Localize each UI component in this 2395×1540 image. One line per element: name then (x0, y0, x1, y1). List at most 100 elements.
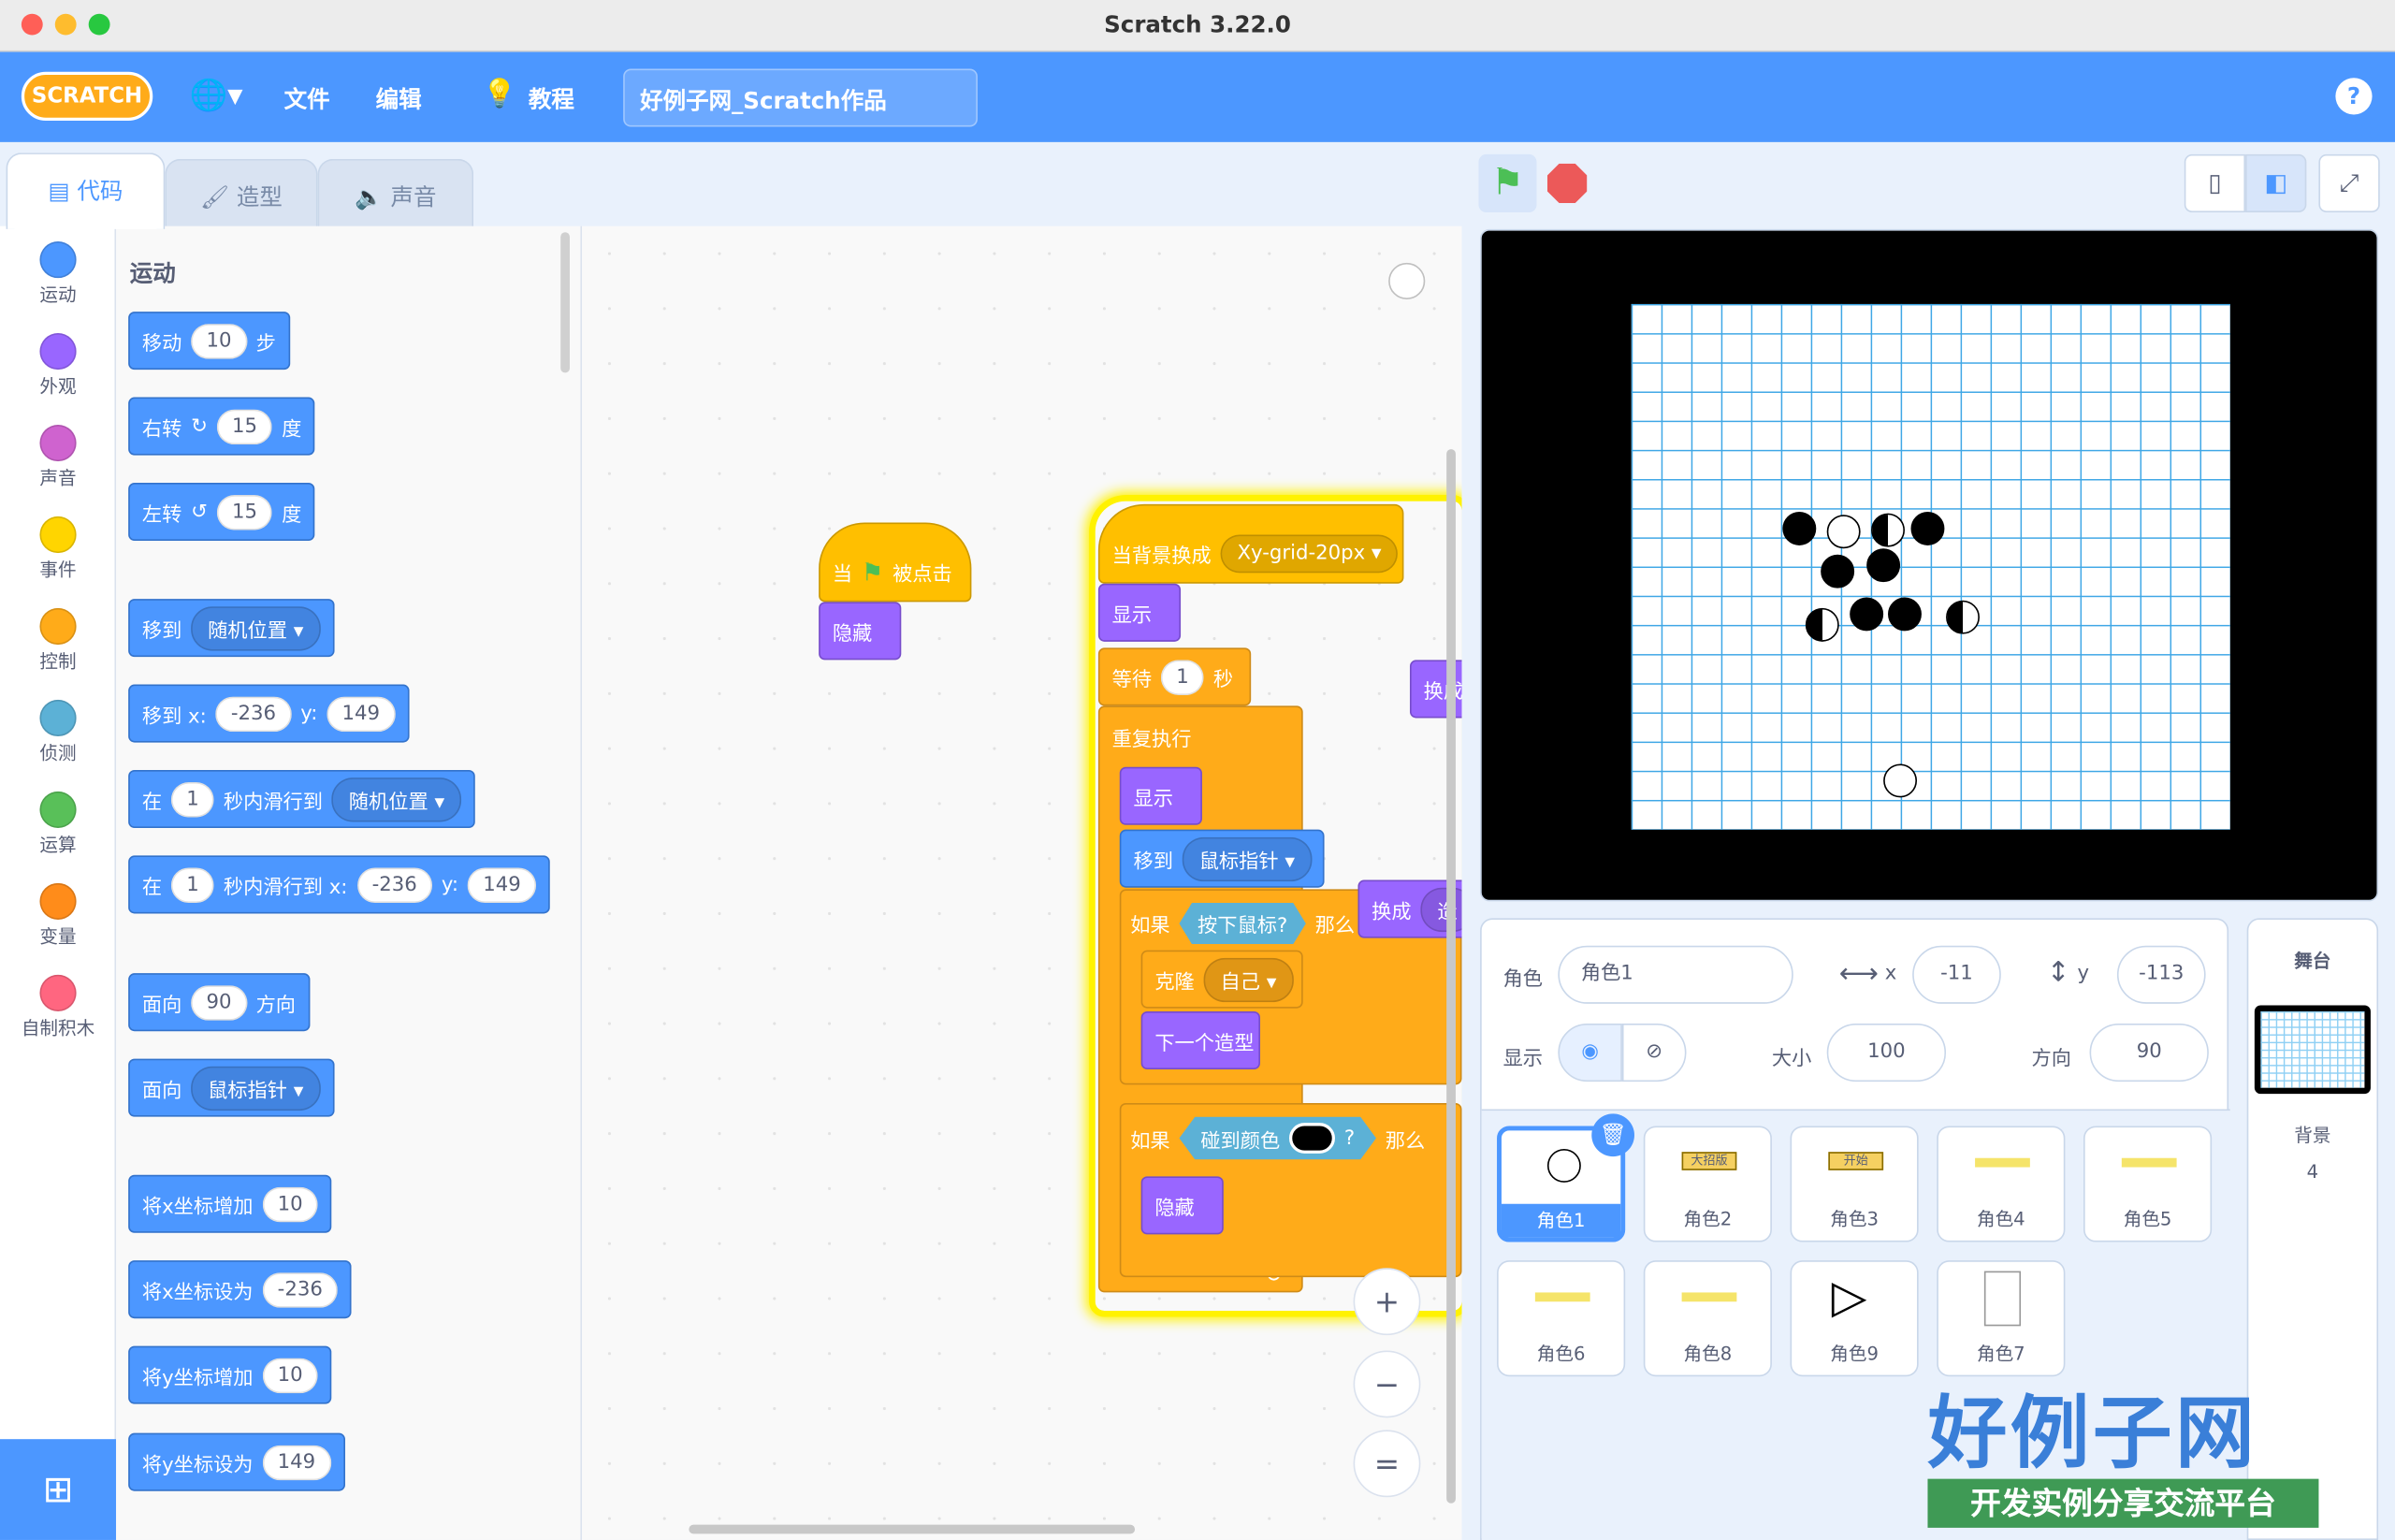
block-number-input[interactable]: -236 (262, 1271, 339, 1307)
project-title-input[interactable]: 好例子网_Scratch作品 (623, 68, 978, 127)
stage-canvas[interactable] (1480, 228, 2379, 902)
color-swatch[interactable] (1289, 1123, 1336, 1154)
sprite-thumb-2[interactable]: 大招版 角色2 (1643, 1126, 1772, 1242)
block-number-input[interactable]: 10 (262, 1357, 319, 1393)
block-number-input[interactable]: 90 (191, 984, 247, 1020)
block-dropdown[interactable]: 鼠标指针 ▾ (191, 1065, 321, 1111)
backdrop-dropdown[interactable]: Xy-grid-20px ▾ (1220, 533, 1399, 573)
block-number-input[interactable]: 10 (191, 323, 247, 358)
scratch-logo[interactable]: SCRATCH (21, 71, 153, 121)
sprite-y-input[interactable]: -113 (2116, 945, 2206, 1004)
block-goto-xy[interactable]: 移到 x: -236 y: 149 (128, 684, 410, 743)
block-set-x[interactable]: 将x坐标设为 -236 (128, 1260, 352, 1319)
block-number-input[interactable]: 149 (262, 1444, 331, 1480)
tab-sounds[interactable]: 🔈 声音 (317, 158, 474, 229)
category-myblocks[interactable]: 自制积木 (0, 974, 116, 1040)
workspace-vscrollbar[interactable] (1446, 449, 1456, 1504)
category-events[interactable]: 事件 (0, 516, 116, 582)
large-stage-icon[interactable]: ◧ (2245, 153, 2307, 212)
hat-when-flag-clicked[interactable]: 当 ⚑ 被点击 (819, 522, 972, 603)
block-point-towards[interactable]: 面向 鼠标指针 ▾ (128, 1058, 335, 1117)
block-number-input[interactable]: 1 (1160, 659, 1205, 695)
block-number-input[interactable]: 15 (216, 494, 273, 530)
zoom-out-button[interactable]: − (1353, 1350, 1421, 1418)
block-change-x[interactable]: 将x坐标增加 10 (128, 1174, 332, 1233)
block-glide-xy[interactable]: 在 1 秒内滑行到 x: -236 y: 149 (128, 855, 550, 914)
tab-code[interactable]: ▤ 代码 (6, 153, 166, 229)
block-number-input[interactable]: -236 (215, 695, 292, 732)
sprite-x-input[interactable]: -11 (1912, 945, 2001, 1004)
category-control[interactable]: 控制 (0, 607, 116, 674)
trash-icon[interactable]: 🗑 (1591, 1113, 1634, 1157)
block-create-clone[interactable]: 克隆 自己 ▾ (1140, 950, 1303, 1009)
help-icon[interactable]: ? (2335, 78, 2373, 115)
workspace-hscrollbar[interactable] (689, 1524, 1136, 1534)
hide-eye-icon[interactable]: ⊘ (1621, 1024, 1687, 1082)
zoom-in-button[interactable]: + (1353, 1268, 1421, 1336)
block-hide-2[interactable]: 隐藏 (1140, 1176, 1224, 1235)
block-number-input[interactable]: 15 (216, 408, 273, 444)
block-number-input[interactable]: -236 (356, 866, 433, 903)
touching-color-condition[interactable]: 碰到颜色? (1179, 1116, 1376, 1160)
sprite-thumb-3[interactable]: 开始 角色3 (1790, 1126, 1919, 1242)
fullscreen-icon[interactable]: ⤢ (2318, 153, 2380, 212)
block-number-input[interactable]: 10 (262, 1185, 319, 1222)
sprite-thumb-4[interactable]: 角色4 (1937, 1126, 2066, 1242)
stage-selector[interactable]: 舞台 背景 4 (2246, 918, 2379, 1540)
sprite-direction-input[interactable]: 90 (2089, 1024, 2209, 1082)
hat-when-backdrop-switches[interactable]: 当背景换成 Xy-grid-20px ▾ (1097, 503, 1404, 584)
block-wait[interactable]: 等待 1 秒 (1097, 647, 1252, 706)
sprite-thumb-7[interactable]: 角色7 (1937, 1260, 2066, 1377)
block-glide[interactable]: 在 1 秒内滑行到 随机位置 ▾ (128, 769, 475, 829)
block-turn-right[interactable]: 右转 ↻ 15 度 (128, 397, 316, 456)
code-workspace[interactable]: 当 ⚑ 被点击 隐藏 当背景换成 Xy-grid-20px ▾ 显示 等待 1 秒 重复执… (582, 225, 1462, 1540)
palette-scrollbar[interactable] (560, 232, 570, 373)
category-sensing[interactable]: 侦测 (0, 699, 116, 765)
sprite-size-input[interactable]: 100 (1826, 1024, 1947, 1082)
block-next-costume[interactable]: 下一个造型 (1140, 1010, 1260, 1070)
block-set-y[interactable]: 将y坐标设为 149 (128, 1432, 345, 1491)
block-text: 那么 (1314, 915, 1356, 938)
category-label: 控制 (39, 650, 77, 673)
small-stage-icon[interactable]: ▯ (2184, 153, 2246, 212)
block-hide[interactable]: 隐藏 (819, 602, 902, 661)
stop-sign-icon[interactable] (1546, 163, 1588, 204)
category-looks[interactable]: 外观 (0, 332, 116, 399)
block-show-2[interactable]: 显示 (1119, 766, 1202, 825)
block-turn-left[interactable]: 左转 ↺ 15 度 (128, 482, 316, 542)
block-number-input[interactable]: 149 (467, 866, 537, 903)
tab-costumes[interactable]: 🖌 造型 (165, 158, 318, 229)
language-globe-icon[interactable]: 🌐▾ (189, 77, 242, 113)
block-number-input[interactable]: 1 (170, 781, 215, 817)
block-goto-mouse[interactable]: 移到 鼠标指针 ▾ (1119, 829, 1325, 888)
sprite-thumb-5[interactable]: 角色5 (2083, 1126, 2213, 1242)
edit-menu[interactable]: 编辑 (376, 82, 422, 114)
show-eye-icon[interactable]: ◉ (1558, 1024, 1622, 1082)
block-dropdown[interactable]: 随机位置 ▾ (191, 605, 321, 650)
block-dropdown[interactable]: 随机位置 ▾ (331, 777, 462, 821)
sprite-name-input[interactable]: 角色1 (1558, 945, 1793, 1004)
block-number-input[interactable]: 149 (327, 695, 396, 732)
block-goto[interactable]: 移到 随机位置 ▾ (128, 599, 335, 658)
block-point-direction[interactable]: 面向 90 方向 (128, 973, 310, 1032)
zoom-reset-button[interactable]: = (1353, 1430, 1421, 1498)
block-dropdown[interactable]: 自己 ▾ (1203, 957, 1294, 1002)
block-change-y[interactable]: 将y坐标增加 10 (128, 1345, 332, 1404)
block-dropdown[interactable]: 鼠标指针 ▾ (1182, 836, 1313, 881)
sprite-thumb-9[interactable]: ▷ 角色9 (1790, 1260, 1919, 1377)
green-flag-icon[interactable]: ⚑ (1478, 153, 1537, 212)
category-operators[interactable]: 运算 (0, 791, 116, 857)
category-sound[interactable]: 声音 (0, 424, 116, 490)
block-show[interactable]: 显示 (1097, 583, 1182, 642)
sprite-thumb-6[interactable]: 角色6 (1497, 1260, 1626, 1377)
tutorials-menu[interactable]: 教程 (529, 82, 574, 114)
file-menu[interactable]: 文件 (284, 82, 330, 114)
block-move-steps[interactable]: 移动 10 步 (128, 312, 290, 370)
block-number-input[interactable]: 1 (170, 866, 215, 903)
add-extension-icon[interactable]: ⊞ (0, 1439, 117, 1540)
sprite-thumb-8[interactable]: 角色8 (1643, 1260, 1772, 1377)
mouse-down-condition[interactable]: 按下鼠标? (1179, 903, 1306, 945)
sprite-name: 角色8 (1683, 1343, 1733, 1365)
category-variables[interactable]: 变量 (0, 882, 116, 949)
category-motion[interactable]: 运动 (0, 240, 116, 307)
